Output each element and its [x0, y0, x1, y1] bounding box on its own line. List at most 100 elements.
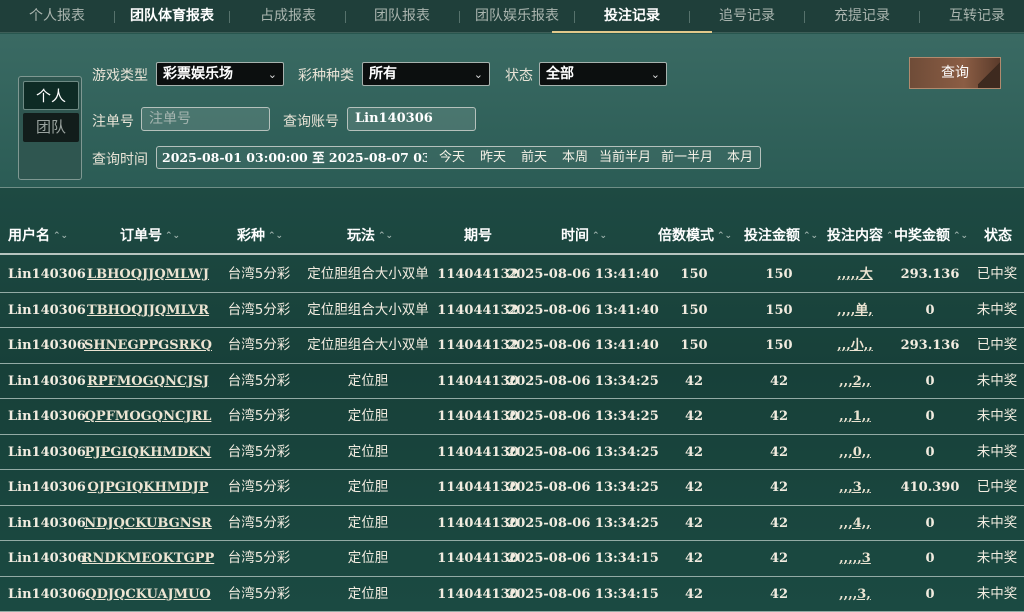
cell-play: 定位胆 — [347, 372, 389, 389]
cell-order[interactable]: RNDKMEOKTGPP — [82, 541, 215, 576]
cell-content[interactable]: ,,,,,3 — [839, 541, 871, 576]
header-status: 状态 — [984, 228, 1012, 244]
cell-status: 未中奖 — [976, 550, 1018, 566]
header-content[interactable]: 投注内容 ⌃⌄ — [827, 225, 901, 245]
header-play[interactable]: 玩法 ⌃⌄ — [347, 225, 393, 245]
scope-toggle: 个人 团队 — [18, 76, 82, 180]
cell-amount: 150 — [765, 302, 793, 318]
cell-status: 未中奖 — [976, 372, 1018, 389]
cell-content[interactable]: ,,,,3, — [839, 577, 871, 612]
cell-content[interactable]: ,,,0,, — [839, 435, 871, 470]
tab-7[interactable]: 充提记录 — [802, 0, 922, 33]
date-range-input[interactable]: 2025-08-01 03:00:00 至 2025-08-07 03:00:0… — [162, 147, 427, 168]
cell-content[interactable]: ,,,1,, — [839, 399, 871, 434]
cell-order[interactable]: TBHOQJJQMLVR — [87, 293, 209, 328]
cell-order[interactable]: RPFMOGQNCJSJ — [87, 364, 209, 399]
quick-range-0[interactable]: 今天 — [439, 147, 465, 168]
table-header: 用户名 ⌃⌄ 订单号 ⌃⌄ 彩种 ⌃⌄ 玩法 ⌃⌄ 期号 时间 ⌃⌄ 倍数模式 ⌃⌄ 投注金… — [0, 213, 1024, 255]
table-row: Lin140306 QDJQCKUAJMUO 台湾5分彩 定位胆 114044130 20… — [0, 577, 1024, 612]
cell-multiple: 42 — [684, 551, 704, 566]
cell-content[interactable]: ,,,2,, — [839, 364, 871, 399]
cell-multiple: 150 — [680, 302, 708, 318]
cell-play: 定位胆 — [347, 550, 389, 566]
sort-icon: ⌃⌄ — [53, 231, 69, 241]
quick-range-1[interactable]: 昨天 — [480, 147, 506, 168]
cell-multiple: 42 — [684, 515, 704, 531]
header-order[interactable]: 订单号 ⌃⌄ — [120, 225, 180, 245]
status-value: 全部 — [546, 66, 574, 82]
cell-user: Lin140306 — [8, 373, 86, 389]
header-time[interactable]: 时间 ⌃⌄ — [561, 225, 607, 245]
quick-range-4[interactable]: 当前半月 — [599, 147, 651, 168]
cell-content[interactable]: ,,,3,, — [839, 470, 871, 505]
tab-5[interactable]: 投注记录 — [552, 0, 712, 33]
filter-panel: 个人 团队 游戏类型 彩票娱乐场 ⌄ 彩种种类 所有 ⌄ 状态 全部 ⌄ 查询 … — [0, 34, 1024, 188]
tab-8[interactable]: 互转记录 — [917, 0, 1024, 33]
cell-lottery: 台湾5分彩 — [227, 372, 291, 389]
cell-order[interactable]: QDJQCKUAJMUO — [85, 577, 210, 612]
cell-time: 2025-08-06 13:41:40 — [507, 302, 659, 318]
scope-personal-button[interactable]: 个人 — [23, 81, 79, 110]
order-no-input[interactable]: 注单号 — [141, 107, 270, 131]
cell-content[interactable]: ,,,,,大 — [837, 257, 873, 292]
cell-lottery: 台湾5分彩 — [227, 585, 291, 602]
cell-lottery: 台湾5分彩 — [227, 443, 291, 460]
cell-amount: 42 — [769, 586, 789, 602]
cell-user: Lin140306 — [8, 338, 86, 353]
quick-range-3[interactable]: 本周 — [562, 147, 588, 168]
header-multiple[interactable]: 倍数模式 ⌃⌄ — [658, 225, 732, 245]
tab-4[interactable]: 团队娱乐报表 — [457, 0, 577, 33]
cell-content[interactable]: ,,,,单, — [837, 293, 873, 328]
cell-user: Lin140306 — [8, 409, 86, 424]
sort-icon: ⌃⌄ — [803, 231, 819, 241]
header-amount-label: 投注金额 — [744, 228, 800, 244]
cell-lottery: 台湾5分彩 — [227, 301, 291, 318]
order-no-label: 注单号 — [92, 114, 134, 130]
cell-multiple: 42 — [684, 373, 704, 389]
cell-lottery: 台湾5分彩 — [227, 514, 291, 531]
chevron-down-icon: ⌄ — [267, 68, 277, 81]
header-amount[interactable]: 投注金额 ⌃⌄ — [744, 225, 818, 245]
tab-0[interactable]: 个人报表 — [0, 0, 117, 33]
quick-range-6[interactable]: 本月 — [727, 147, 753, 168]
cell-order[interactable]: NDJQCKUBGNSR — [84, 506, 212, 541]
cell-order[interactable]: QPFMOGQNCJRL — [85, 399, 212, 434]
cell-order[interactable]: OJPGIQKHMDJP — [88, 470, 209, 505]
query-button[interactable]: 查询 — [909, 57, 1001, 89]
cell-order[interactable]: PJPGIQKHMDKN — [85, 435, 212, 470]
cell-win: 0 — [925, 515, 935, 531]
tab-1[interactable]: 团队体育报表 — [112, 0, 232, 33]
cell-content[interactable]: ,,,小,, — [837, 328, 873, 363]
table-row: Lin140306 QPFMOGQNCJRL 台湾5分彩 定位胆 114044130 20… — [0, 399, 1024, 435]
cell-status: 已中奖 — [976, 337, 1018, 353]
header-win-label: 中奖金额 — [894, 228, 950, 244]
lottery-kind-select[interactable]: 所有 ⌄ — [362, 62, 490, 86]
cell-play: 定位胆 — [347, 585, 389, 602]
quick-range-5[interactable]: 前一半月 — [661, 147, 713, 168]
cell-order[interactable]: LBHOQJJQMLWJ — [87, 257, 209, 292]
cell-play: 定位胆组合大小双单 — [307, 301, 429, 318]
cell-play: 定位胆组合大小双单 — [307, 337, 429, 353]
scope-team-button[interactable]: 团队 — [23, 113, 79, 142]
game-type-value: 彩票娱乐场 — [163, 66, 233, 82]
status-select[interactable]: 全部 ⌄ — [539, 62, 667, 86]
header-username[interactable]: 用户名 ⌃⌄ — [8, 225, 68, 245]
header-win[interactable]: 中奖金额 ⌃⌄ — [894, 225, 968, 245]
cell-status: 未中奖 — [976, 514, 1018, 531]
cell-multiple: 150 — [680, 338, 708, 353]
header-multiple-label: 倍数模式 — [658, 228, 714, 244]
game-type-select[interactable]: 彩票娱乐场 ⌄ — [156, 62, 284, 86]
sort-icon: ⌃⌄ — [378, 231, 394, 241]
quick-range-2[interactable]: 前天 — [521, 147, 547, 168]
cell-content[interactable]: ,,,4,, — [839, 506, 871, 541]
account-input[interactable]: Lin140306 — [347, 107, 476, 131]
tab-6[interactable]: 追号记录 — [687, 0, 807, 33]
cell-play: 定位胆组合大小双单 — [307, 266, 429, 282]
tab-3[interactable]: 团队报表 — [342, 0, 462, 33]
table-row: Lin140306 NDJQCKUBGNSR 台湾5分彩 定位胆 114044130 20… — [0, 506, 1024, 541]
cell-user: Lin140306 — [8, 515, 86, 531]
header-lottery[interactable]: 彩种 ⌃⌄ — [237, 225, 283, 245]
tab-2[interactable]: 占成报表 — [228, 0, 348, 33]
cell-time: 2025-08-06 13:34:25 — [507, 444, 659, 460]
cell-order[interactable]: SHNEGPPGSRKQ — [84, 328, 212, 363]
